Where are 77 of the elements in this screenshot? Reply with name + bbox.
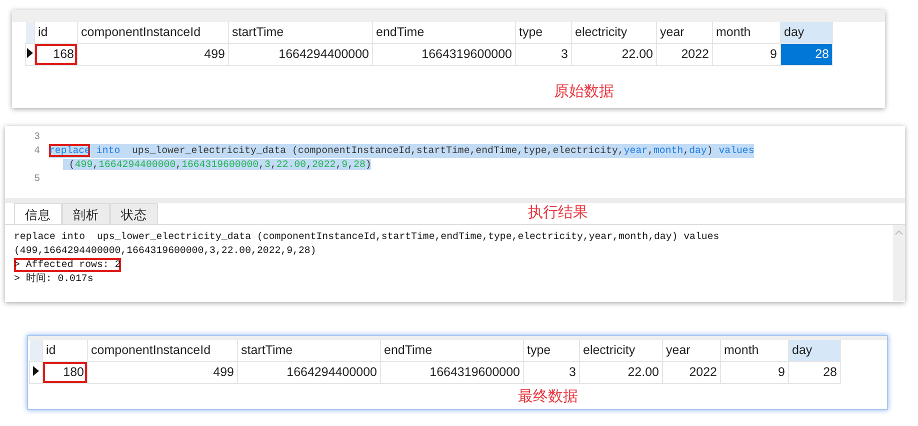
caption-text: 执行结果	[528, 203, 588, 224]
code-token: (	[68, 159, 75, 170]
column-header[interactable]: id	[34, 22, 78, 43]
table-cell[interactable]: 22.00	[572, 43, 656, 65]
column-header[interactable]: year	[656, 22, 712, 43]
code-token: day	[689, 145, 707, 156]
table-cell[interactable]: 168	[34, 43, 78, 65]
tab[interactable]: 状态	[110, 203, 158, 224]
column-header[interactable]: day	[788, 340, 840, 361]
row-header	[30, 340, 42, 361]
code-token: ,	[648, 145, 654, 156]
code-token: ,	[683, 145, 690, 156]
code-token: ,	[258, 159, 265, 170]
column-header[interactable]: endTime	[372, 22, 516, 43]
column-header[interactable]: startTime	[228, 22, 372, 43]
output-line: > 时间: 0.017s	[14, 272, 94, 286]
column-header[interactable]: month	[720, 340, 788, 361]
row-header	[26, 22, 34, 43]
code-token: ,	[336, 159, 342, 170]
code-token: 22.00	[276, 159, 306, 170]
column-header[interactable]: componentInstanceId	[88, 340, 238, 361]
table-cell[interactable]: 9	[720, 361, 788, 383]
code-token: ,	[270, 159, 276, 170]
line-number: 3	[33, 130, 41, 144]
code-token: 1664294400000	[98, 159, 176, 170]
line-number: 4	[33, 144, 41, 158]
column-header[interactable]: id	[42, 340, 88, 361]
table-cell[interactable]: 1664294400000	[238, 361, 380, 383]
column-header[interactable]: type	[524, 340, 580, 361]
caption-text: 原始数据	[554, 82, 614, 102]
column-header[interactable]: electricity	[580, 340, 662, 361]
line-number: 5	[33, 172, 41, 186]
code-token: ,	[176, 159, 182, 170]
code-token: ,	[306, 159, 312, 170]
table-cell[interactable]: 2022	[662, 361, 720, 383]
tab[interactable]: 剖析	[62, 203, 110, 224]
table-cell[interactable]: 28	[780, 43, 832, 65]
table-cell[interactable]: 1664294400000	[228, 43, 372, 65]
table-cell[interactable]: 22.00	[580, 361, 662, 383]
column-header[interactable]: componentInstanceId	[78, 22, 228, 43]
code-token: ,	[92, 159, 99, 170]
code-token: ups_lower_electricity_data (componentInstanceId,startTime,endTime,type,electricity,	[130, 145, 624, 156]
code-token: )	[365, 159, 372, 170]
code-token: month	[654, 145, 684, 156]
caption-text: 最终数据	[518, 386, 578, 406]
table-cell[interactable]: 180	[42, 361, 88, 383]
column-header[interactable]: day	[780, 22, 832, 43]
table-cell[interactable]: 1664319600000	[372, 43, 516, 65]
column-header[interactable]: endTime	[380, 340, 524, 361]
column-header[interactable]: electricity	[572, 22, 656, 43]
column-header[interactable]: type	[516, 22, 572, 43]
code-token: 1664319600000	[182, 159, 259, 170]
scroll-up-icon[interactable]	[895, 230, 903, 235]
code-token: into	[95, 145, 120, 156]
scrollbar[interactable]	[893, 225, 905, 301]
table-cell[interactable]: 1664319600000	[380, 361, 524, 383]
output-line: replace into ups_lower_electricity_data (componentInstanceId,startTime,endTime,type,electricity,year,month,day) values	[14, 230, 720, 244]
table-cell[interactable]: 2022	[656, 43, 712, 65]
code-token: year	[624, 145, 648, 156]
code-token: 28	[354, 159, 366, 170]
code-token: values	[718, 145, 754, 156]
column-header[interactable]: month	[712, 22, 780, 43]
tab[interactable]: 信息	[14, 203, 62, 224]
table-cell[interactable]: 3	[524, 361, 580, 383]
code-token: )	[706, 145, 714, 156]
table-cell[interactable]: 499	[78, 43, 228, 65]
output-line: (499,1664294400000,1664319600000,3,22.00,2022,9,28)	[14, 244, 316, 258]
table-cell[interactable]: 3	[516, 43, 572, 65]
code-token: 3	[264, 159, 270, 170]
column-header[interactable]: year	[662, 340, 720, 361]
column-header[interactable]: startTime	[238, 340, 380, 361]
code-token: 9	[342, 159, 348, 170]
code-token: 2022	[312, 159, 336, 170]
table-cell[interactable]: 28	[788, 361, 840, 383]
code-token: 499	[74, 159, 93, 170]
code-token: ,	[348, 159, 354, 170]
table-cell[interactable]: 499	[88, 361, 238, 383]
